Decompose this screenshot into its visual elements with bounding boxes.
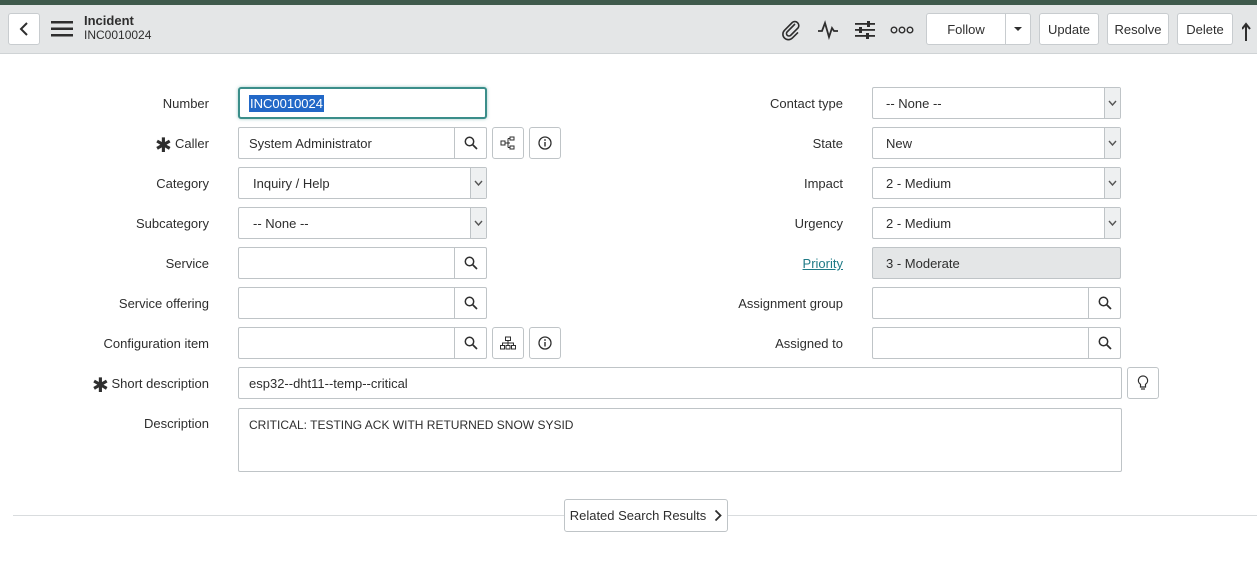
chevron-down-icon [1104,128,1120,158]
category-select[interactable]: Inquiry / Help [238,167,487,199]
info-icon [538,136,552,150]
short-description-field[interactable]: esp32--dht11--temp--critical [238,367,1122,399]
caller-lookup-button[interactable] [454,128,486,158]
priority-field: 3 - Moderate [872,247,1121,279]
menu-icon[interactable] [51,21,73,37]
service-field[interactable] [238,247,487,279]
contact-type-select[interactable]: -- None -- [872,87,1121,119]
back-icon [19,22,28,36]
number-field[interactable]: INC0010024 [238,87,487,119]
caller-value: System Administrator [249,135,372,151]
impact-value: 2 - Medium [886,175,952,191]
state-value: New [886,135,913,151]
chevron-down-icon [1104,88,1120,118]
subcategory-value: -- None -- [253,215,309,231]
caller-field[interactable]: System Administrator [238,127,487,159]
chevron-down-icon [1014,27,1022,31]
lightbulb-icon [1137,375,1149,390]
service-offering-label: Service offering [118,296,209,311]
delete-button[interactable]: Delete [1177,13,1233,45]
chevron-right-icon [715,509,723,522]
related-search-results-button[interactable]: Related Search Results [564,499,728,532]
urgency-select[interactable]: 2 - Medium [872,207,1121,239]
number-value: INC0010024 [249,94,324,112]
priority-link[interactable]: Priority [803,256,843,271]
caller-tree-button[interactable] [492,127,524,159]
suggestion-button[interactable] [1127,367,1159,399]
record-title: Incident INC0010024 [84,13,152,43]
category-value: Inquiry / Help [253,175,330,191]
info-icon [538,336,552,350]
form-header: Incident INC0010024 Follow Update Resolv… [0,5,1257,54]
service-lookup-button[interactable] [454,248,486,278]
back-button[interactable] [8,13,40,45]
contact-type-label: Contact type [770,96,843,111]
chevron-down-icon [1104,168,1120,198]
search-icon [464,296,478,310]
configuration-item-label: Configuration item [103,336,210,351]
assigned-to-label: Assigned to [775,336,843,351]
follow-button[interactable]: Follow [926,13,1006,45]
service-offering-field[interactable] [238,287,487,319]
hierarchy-icon [500,336,516,350]
priority-label: Priority [673,256,843,271]
state-select[interactable]: New [872,127,1121,159]
service-label: Service [165,256,209,271]
assignment-group-field[interactable] [872,287,1121,319]
search-icon [464,256,478,270]
resolve-button[interactable]: Resolve [1107,13,1169,45]
submit-arrow-icon[interactable] [1242,19,1257,43]
search-icon [1098,336,1112,350]
search-icon [464,336,478,350]
configuration-item-map-button[interactable] [492,327,524,359]
caller-label: Caller [175,136,209,151]
configuration-item-field[interactable] [238,327,487,359]
follow-dropdown-button[interactable] [1005,13,1031,45]
assigned-to-lookup-button[interactable] [1088,328,1120,358]
related-search-label: Related Search Results [569,508,707,523]
short-description-value: esp32--dht11--temp--critical [249,375,408,391]
subcategory-select[interactable]: -- None -- [238,207,487,239]
update-button[interactable]: Update [1039,13,1099,45]
configuration-item-lookup-button[interactable] [454,328,486,358]
description-textarea[interactable]: CRITICAL: TESTING ACK WITH RETURNED SNOW… [238,408,1122,472]
more-icon[interactable] [890,19,914,41]
priority-value: 3 - Moderate [886,255,960,271]
paperclip-icon[interactable] [779,19,803,41]
short-description-label: Short description [111,376,209,391]
impact-select[interactable]: 2 - Medium [872,167,1121,199]
number-label: Number [162,96,209,111]
activity-icon[interactable] [816,19,840,41]
chevron-down-icon [470,168,486,198]
description-label: Description [143,416,209,431]
assignment-group-lookup-button[interactable] [1088,288,1120,318]
search-icon [464,136,478,150]
subcategory-label: Subcategory [136,216,209,231]
search-icon [1098,296,1112,310]
settings-sliders-icon[interactable] [853,19,877,41]
caller-info-button[interactable] [529,127,561,159]
assignment-group-label: Assignment group [738,296,843,311]
impact-label: Impact [803,176,843,191]
service-offering-lookup-button[interactable] [454,288,486,318]
page-title: Incident [84,13,134,28]
category-label: Category [156,176,209,191]
chevron-down-icon [1104,208,1120,238]
record-number: INC0010024 [84,28,152,42]
urgency-label: Urgency [794,216,843,231]
urgency-value: 2 - Medium [886,215,952,231]
assigned-to-field[interactable] [872,327,1121,359]
tree-icon [500,136,515,150]
chevron-down-icon [470,208,486,238]
state-label: State [812,136,843,151]
contact-type-value: -- None -- [886,95,942,111]
configuration-item-info-button[interactable] [529,327,561,359]
